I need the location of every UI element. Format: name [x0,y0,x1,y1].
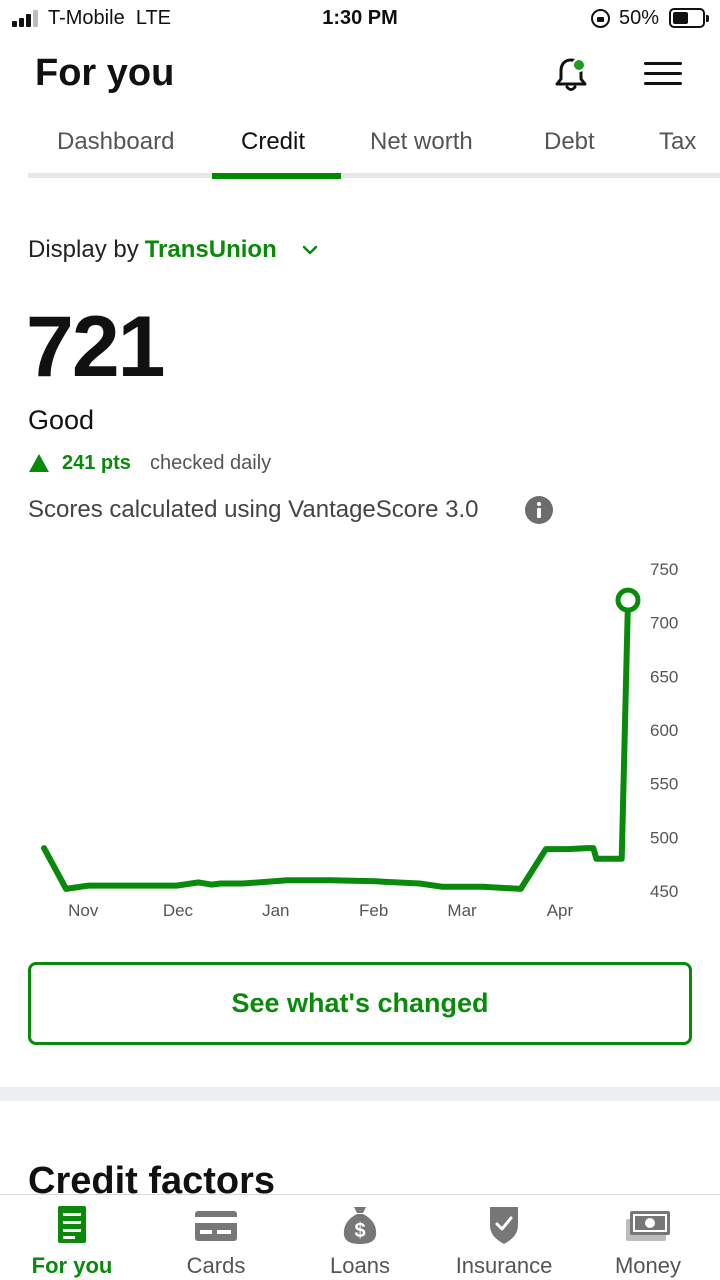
y-tick-label: 700 [650,614,678,633]
banknote-icon [626,1211,670,1241]
shield-check-icon [490,1207,518,1244]
score-chart: 750 700 650 600 550 500 450 Nov Dec Jan Feb Mar Apr [41,560,678,920]
tab-tax[interactable]: Tax [659,128,696,156]
orientation-lock-icon [591,9,610,28]
x-tick-label: Feb [359,901,388,920]
bureau-name[interactable]: TransUnion [145,236,277,263]
bottom-nav: For you Cards $ Loans Insurance Money [0,1194,720,1280]
bureau-selector[interactable]: Display by TransUnion [28,236,318,264]
y-tick-label: 450 [650,882,678,901]
tab-credit[interactable]: Credit [241,128,305,156]
status-bar: T-Mobile LTE 1:30 PM 50% [0,0,720,38]
score-line [41,597,631,892]
y-tick-label: 600 [650,721,678,740]
nav-for-you[interactable]: For you [0,1195,144,1280]
see-whats-changed-button[interactable]: See what's changed [28,962,692,1045]
x-tick-label: Jan [262,901,289,920]
tab-bar: Dashboard Credit Net worth Debt Tax [0,110,720,180]
notification-dot [572,58,586,72]
menu-icon[interactable] [640,58,686,90]
nav-label: Cards [186,1253,246,1278]
display-by-label: Display by [28,236,139,263]
x-tick-label: Apr [547,901,574,920]
tab-dashboard[interactable]: Dashboard [57,128,174,156]
x-tick-label: Dec [163,901,194,920]
battery-percent: 50% [619,7,660,29]
nav-loans[interactable]: $ Loans [288,1195,432,1280]
chevron-down-icon [302,245,318,255]
nav-label: Money [614,1253,682,1278]
tab-track [28,173,720,178]
svg-text:$: $ [354,1220,365,1242]
credit-score: 721 [26,299,165,395]
x-tick-label: Mar [447,901,477,920]
nav-money[interactable]: Money [576,1195,720,1280]
tab-net-worth[interactable]: Net worth [370,128,473,156]
y-tick-label: 750 [650,560,678,579]
latest-score-point[interactable] [615,587,641,613]
nav-label: Insurance [455,1253,553,1278]
score-rating: Good [28,405,95,435]
x-tick-label: Nov [68,901,99,920]
triangle-up-icon [29,454,49,472]
document-icon [58,1206,86,1243]
nav-label: For you [31,1253,113,1278]
tab-debt[interactable]: Debt [544,128,595,156]
y-tick-label: 650 [650,667,678,686]
money-bag-icon: $ [343,1207,377,1244]
page-title: For you [35,52,175,94]
section-divider [0,1087,720,1101]
nav-cards[interactable]: Cards [144,1195,288,1280]
vantage-note: Scores calculated using VantageScore 3.0 [28,496,479,523]
tab-active-indicator [212,173,341,179]
nav-label: Loans [330,1253,390,1278]
score-frequency: checked daily [150,452,272,474]
y-tick-label: 500 [650,828,678,847]
y-tick-label: 550 [650,775,678,794]
score-change-points: 241 pts [62,452,131,474]
nav-insurance[interactable]: Insurance [432,1195,576,1280]
bell-icon[interactable] [550,54,592,96]
info-icon[interactable] [525,496,553,524]
battery-icon [669,8,709,28]
status-time: 1:30 PM [322,7,398,29]
credit-card-icon [195,1211,237,1241]
